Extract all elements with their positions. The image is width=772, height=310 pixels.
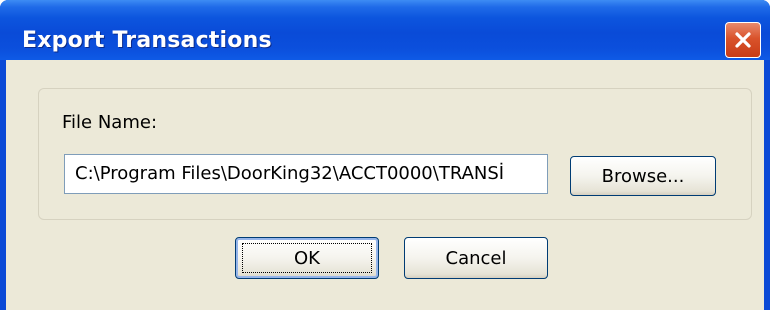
file-name-input[interactable]: C:\Program Files\DoorKing32\ACCT0000\TRA… bbox=[64, 154, 548, 194]
close-icon bbox=[735, 32, 751, 48]
browse-button-label: Browse... bbox=[601, 165, 685, 187]
dialog-body: File Name: C:\Program Files\DoorKing32\A… bbox=[6, 60, 764, 310]
file-name-label: File Name: bbox=[62, 112, 158, 133]
cancel-button-label: Cancel bbox=[445, 247, 507, 269]
export-transactions-window: Export Transactions File Name: C:\Progra… bbox=[0, 0, 770, 310]
close-button[interactable] bbox=[725, 22, 761, 58]
title-bar[interactable]: Export Transactions bbox=[0, 0, 770, 60]
window-title: Export Transactions bbox=[22, 28, 272, 53]
cancel-button[interactable]: Cancel bbox=[404, 237, 548, 279]
browse-button[interactable]: Browse... bbox=[570, 156, 716, 196]
ok-button-label: OK bbox=[294, 247, 320, 269]
ok-button[interactable]: OK bbox=[235, 237, 379, 279]
